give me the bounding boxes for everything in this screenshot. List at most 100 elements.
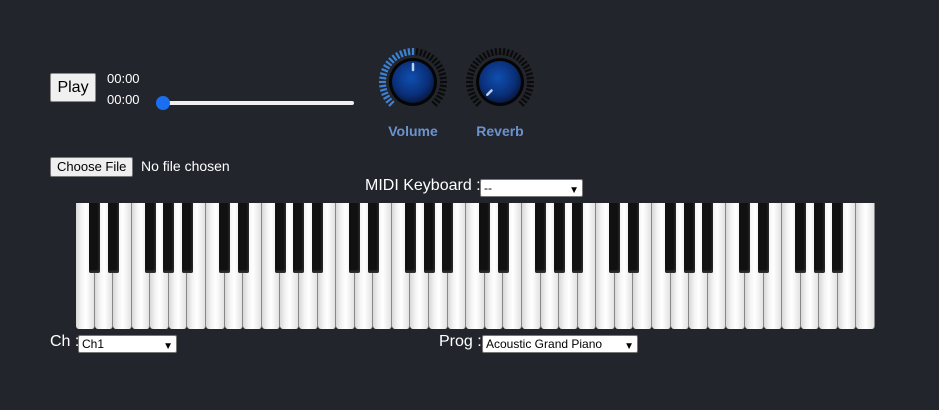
black-key[interactable] xyxy=(609,203,621,273)
knob-tick xyxy=(505,48,510,57)
black-key[interactable] xyxy=(219,203,231,273)
black-key[interactable] xyxy=(739,203,751,273)
knob-tick xyxy=(466,87,475,92)
black-key[interactable] xyxy=(89,203,101,273)
black-key[interactable] xyxy=(423,203,435,273)
channel-value: Ch1 xyxy=(82,337,105,351)
knob-tick xyxy=(433,60,441,67)
knob-tick xyxy=(428,54,435,62)
knob-tick xyxy=(526,84,534,88)
black-key[interactable] xyxy=(572,203,584,273)
knob-tick xyxy=(470,64,478,70)
knob-tick xyxy=(524,91,532,97)
black-key[interactable] xyxy=(553,203,565,273)
volume-knob[interactable]: Volume xyxy=(377,46,449,139)
reverb-knob-dial[interactable] xyxy=(464,46,536,118)
white-key[interactable] xyxy=(856,203,875,329)
black-key[interactable] xyxy=(442,203,454,273)
black-key[interactable] xyxy=(181,203,193,273)
knob-tick xyxy=(468,67,476,73)
knob-tick xyxy=(422,50,428,58)
knob-tick xyxy=(403,48,408,57)
knob-tick xyxy=(494,48,498,56)
black-key[interactable] xyxy=(479,203,491,273)
knob-tick xyxy=(466,84,474,88)
black-key[interactable] xyxy=(107,203,119,273)
play-button[interactable]: Play xyxy=(50,73,96,102)
black-key[interactable] xyxy=(349,203,361,273)
knob-tick xyxy=(391,54,398,62)
chevron-down-icon: ▼ xyxy=(163,341,173,352)
black-key[interactable] xyxy=(702,203,714,273)
black-key[interactable] xyxy=(758,203,769,273)
knob-tick xyxy=(520,60,528,67)
black-key[interactable] xyxy=(144,203,156,273)
midi-keyboard-label: MIDI Keyboard : xyxy=(365,177,481,194)
black-key[interactable] xyxy=(367,203,379,273)
knob-cap xyxy=(479,61,521,103)
knob-tick xyxy=(415,48,419,56)
knob-tick xyxy=(518,57,525,64)
channel-select[interactable]: Ch1 ▼ xyxy=(78,335,177,353)
knob-tick xyxy=(383,64,391,70)
knob-tick xyxy=(435,64,443,70)
current-time: 00:00 xyxy=(107,71,140,86)
knob-tick xyxy=(437,91,445,97)
program-select[interactable]: Acoustic Grand Piano ▼ xyxy=(482,335,638,353)
seek-slider[interactable] xyxy=(156,95,356,111)
knob-tick xyxy=(431,100,438,107)
black-key[interactable] xyxy=(404,203,416,273)
knob-tick xyxy=(475,57,482,64)
knob-tick xyxy=(439,76,447,80)
midi-keyboard-value: -- xyxy=(484,181,492,195)
volume-knob-dial[interactable] xyxy=(377,46,449,118)
knob-tick xyxy=(439,84,447,88)
seek-track xyxy=(158,101,354,105)
file-status: No file chosen xyxy=(141,158,230,174)
reverb-label: Reverb xyxy=(476,123,524,139)
knob-tick xyxy=(475,100,482,107)
black-key[interactable] xyxy=(665,203,677,273)
knob-tick xyxy=(438,87,447,92)
seek-thumb[interactable] xyxy=(156,96,170,110)
knob-tick xyxy=(398,50,404,58)
black-key[interactable] xyxy=(832,203,844,273)
knob-tick xyxy=(470,94,478,100)
knob-tick xyxy=(526,76,534,80)
black-key[interactable] xyxy=(795,203,807,273)
black-key[interactable] xyxy=(293,203,305,273)
knob-tick xyxy=(381,91,389,97)
black-key[interactable] xyxy=(497,203,509,273)
knob-tick xyxy=(485,50,491,58)
choose-file-button[interactable]: Choose File xyxy=(50,157,134,177)
knob-tick xyxy=(407,48,411,56)
midi-keyboard-select[interactable]: -- ▼ xyxy=(480,179,583,197)
knob-tick xyxy=(385,60,393,67)
black-key[interactable] xyxy=(813,203,825,273)
chevron-down-icon: ▼ xyxy=(624,341,634,352)
knob-tick xyxy=(472,97,480,104)
knob-tick xyxy=(466,76,474,80)
black-key[interactable] xyxy=(237,203,249,273)
knob-tick xyxy=(468,91,476,97)
reverb-knob[interactable]: Reverb xyxy=(464,46,536,139)
knob-tick xyxy=(431,57,438,64)
black-key[interactable] xyxy=(163,203,175,273)
knob-tick xyxy=(379,72,388,77)
black-key[interactable] xyxy=(683,203,695,273)
knob-tick xyxy=(437,67,445,73)
knob-tick xyxy=(435,94,443,100)
knob-tick xyxy=(388,100,395,107)
knob-tick xyxy=(518,100,525,107)
knob-tick xyxy=(525,87,534,92)
piano-keyboard[interactable] xyxy=(76,203,875,329)
knob-tick xyxy=(418,48,423,57)
black-key[interactable] xyxy=(312,203,324,273)
knob-tick xyxy=(520,97,528,104)
knob-tick xyxy=(379,87,388,92)
total-time: 00:00 xyxy=(107,92,140,107)
black-key[interactable] xyxy=(535,203,547,273)
black-key[interactable] xyxy=(627,203,639,273)
channel-label: Ch : xyxy=(50,333,80,350)
black-key[interactable] xyxy=(274,203,286,273)
